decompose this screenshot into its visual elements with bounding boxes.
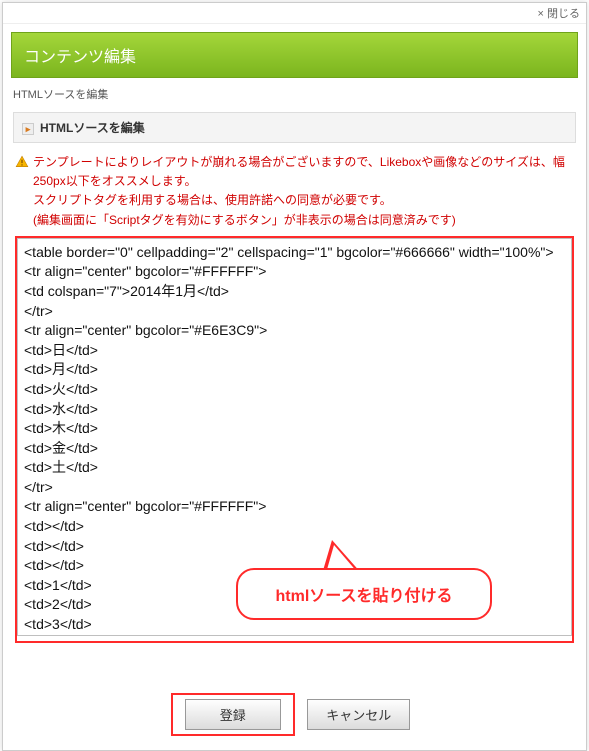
warning-icon (15, 155, 29, 169)
cancel-button[interactable]: キャンセル (307, 699, 410, 730)
warning-line-2: スクリプトタグを利用する場合は、使用許諾への同意が必要です。 (15, 191, 574, 210)
annotation-callout: htmlソースを貼り付ける (236, 568, 492, 620)
submit-button[interactable]: 登録 (185, 699, 281, 730)
warning-line-1: テンプレートによりレイアウトが崩れる場合がございますので、Likeboxや画像な… (33, 153, 574, 191)
submit-highlight: 登録 (171, 693, 295, 736)
warning-message: テンプレートによりレイアウトが崩れる場合がございますので、Likeboxや画像な… (15, 153, 574, 230)
close-button[interactable]: × 閉じる (538, 8, 580, 20)
breadcrumb: HTMLソースを編集 (13, 86, 576, 102)
dialog-title: コンテンツ編集 (11, 32, 578, 78)
dialog-window: × 閉じる コンテンツ編集 HTMLソースを編集 ▸ HTMLソースを編集 テンプ… (2, 2, 587, 751)
button-row: 登録 キャンセル (3, 693, 586, 736)
section-header-label: HTMLソースを編集 (40, 121, 145, 135)
callout-text: htmlソースを貼り付ける (236, 568, 492, 620)
section-bullet-icon: ▸ (22, 123, 34, 135)
close-bar: × 閉じる (3, 3, 586, 24)
warning-line-3: (編集画面に「Scriptタグを有効にするボタン」が非表示の場合は同意済みです) (15, 211, 574, 230)
section-header: ▸ HTMLソースを編集 (13, 112, 576, 143)
